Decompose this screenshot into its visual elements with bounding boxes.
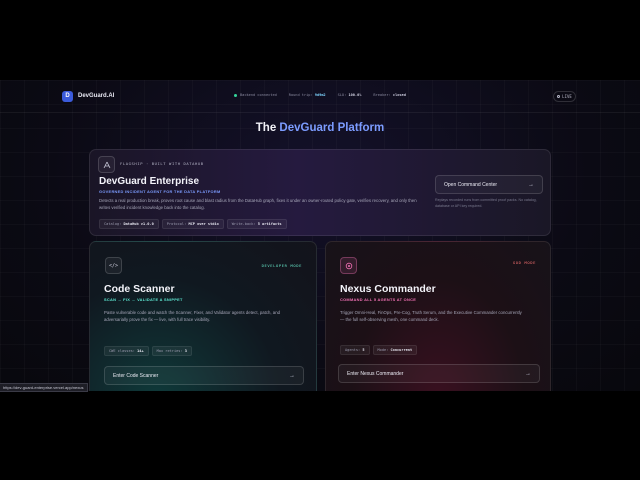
enter-code-scanner-label: Enter Code Scanner	[113, 372, 159, 379]
nexus-tag: GOD MODE	[512, 260, 536, 265]
arrow-right-icon: →	[528, 181, 534, 188]
scanner-description: Paste vulnerable code and watch the Scan…	[104, 310, 280, 323]
flagship-tag: FLAGSHIP · BUILT WITH DATAHUB	[120, 161, 204, 166]
backend-status: Backend connected	[234, 93, 277, 97]
connected-dot-icon	[234, 93, 237, 97]
flagship-description: Detects a real production break, proves …	[99, 198, 417, 211]
live-label: LIVE	[562, 94, 572, 99]
brand-name: DevGuard.AI	[78, 93, 115, 99]
logo-icon: D	[62, 90, 73, 102]
nexus-commander-card: GOD MODE Nexus Commander COMMAND ALL 5 A…	[325, 241, 551, 391]
brand-logo[interactable]: D DevGuard.AI	[62, 90, 115, 102]
app-viewport: D DevGuard.AI Backend connected Round tr…	[0, 80, 640, 391]
link-status-bar: https://dev-guard-enterprise.vercel.app/…	[0, 383, 88, 392]
scanner-subtitle: SCAN → FIX → VALIDATE A SNIPPET	[104, 297, 183, 302]
status-strip: Backend connected Round trip: 9d9m2 SLO:…	[234, 93, 406, 97]
scanner-title: Code Scanner	[104, 283, 175, 295]
scanner-tag: DEVELOPER MODE	[261, 263, 302, 268]
slo-status: SLO: 100.0%	[337, 93, 362, 97]
nexus-chips: Agents: 5 Mode: Concurrent	[340, 345, 418, 355]
code-scanner-card: </> DEVELOPER MODE Code Scanner SCAN → F…	[89, 241, 317, 391]
open-command-center-button[interactable]: Open Command Center →	[435, 175, 543, 194]
flagship-subtitle: GOVERNED INCIDENT AGENT FOR THE DATA PLA…	[99, 189, 221, 194]
flagship-note: Replays recorded runs from committed pro…	[435, 198, 537, 208]
enter-nexus-commander-button[interactable]: Enter Nexus Commander →	[338, 364, 540, 383]
flagship-chips: Catalog: DataHub v1.0.0 Protocol: MCP ov…	[99, 219, 287, 229]
chip-cwe: CWE classes: 14+	[104, 346, 149, 356]
chip-writeback: Write-back: 5 artifacts	[226, 219, 287, 229]
nexus-title: Nexus Commander	[340, 283, 436, 295]
arrow-right-icon: →	[525, 370, 531, 377]
live-toggle-button[interactable]: LIVE	[553, 91, 576, 102]
chip-mode: Mode: Concurrent	[372, 345, 418, 355]
flagship-icon	[98, 156, 115, 173]
breaker-status: Breaker: closed	[373, 93, 406, 97]
flagship-title: DevGuard Enterprise	[99, 176, 200, 187]
enter-nexus-commander-label: Enter Nexus Commander	[347, 370, 404, 377]
nexus-description: Trigger Omni-Heal, FinOps, Pre-Cog, Trut…	[340, 310, 522, 323]
arrow-right-icon: →	[289, 372, 295, 379]
flagship-card: FLAGSHIP · BUILT WITH DATAHUB DevGuard E…	[89, 149, 551, 236]
scanner-chips: CWE classes: 14+ Max retries: 3	[104, 346, 192, 356]
code-icon: </>	[105, 257, 122, 274]
chip-agents: Agents: 5	[340, 345, 370, 355]
chip-catalog: Catalog: DataHub v1.0.0	[99, 219, 159, 229]
enter-code-scanner-button[interactable]: Enter Code Scanner →	[104, 366, 304, 385]
round-trip-status: Round trip: 9d9m2	[288, 93, 326, 97]
chip-protocol: Protocol: MCP over stdio	[161, 219, 224, 229]
live-dot-icon	[557, 95, 561, 98]
open-command-center-label: Open Command Center	[444, 181, 498, 188]
chip-retries: Max retries: 3	[151, 346, 192, 356]
nexus-icon	[340, 257, 357, 274]
nexus-subtitle: COMMAND ALL 5 AGENTS AT ONCE	[340, 297, 417, 302]
page-title: The DevGuard Platform	[255, 122, 385, 134]
